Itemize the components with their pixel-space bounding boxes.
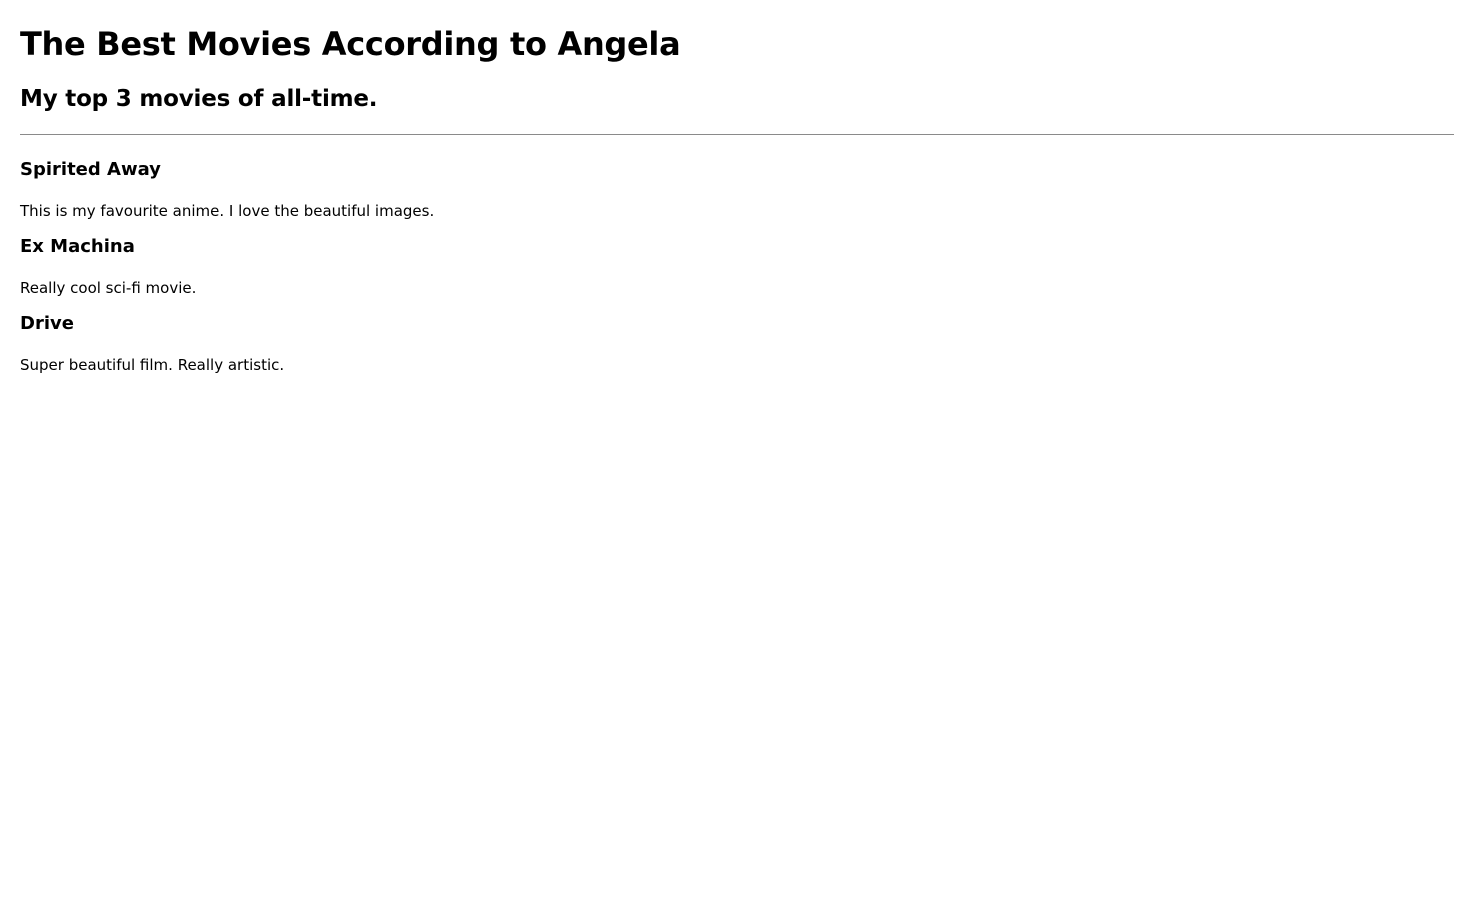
movie-title: Ex Machina <box>20 236 135 257</box>
page-title: The Best Movies According to Angela <box>20 25 681 63</box>
movie-item: Spirited Away This is my favourite anime… <box>20 157 1454 222</box>
page-subtitle: My top 3 movies of all-time. <box>20 86 378 112</box>
movie-title: Spirited Away <box>20 159 161 180</box>
divider <box>20 134 1454 135</box>
movie-title: Drive <box>20 313 74 334</box>
movie-list: Spirited Away This is my favourite anime… <box>20 157 1454 376</box>
movie-description: Super beautiful film. Really artistic. <box>20 356 285 374</box>
movie-item: Ex Machina Really cool sci-fi movie. <box>20 234 1454 299</box>
movie-description: Really cool sci-fi movie. <box>20 279 197 297</box>
movie-description: This is my favourite anime. I love the b… <box>20 202 435 220</box>
movie-item: Drive Super beautiful film. Really artis… <box>20 311 1454 376</box>
page: The Best Movies According to Angela My t… <box>0 0 1474 899</box>
